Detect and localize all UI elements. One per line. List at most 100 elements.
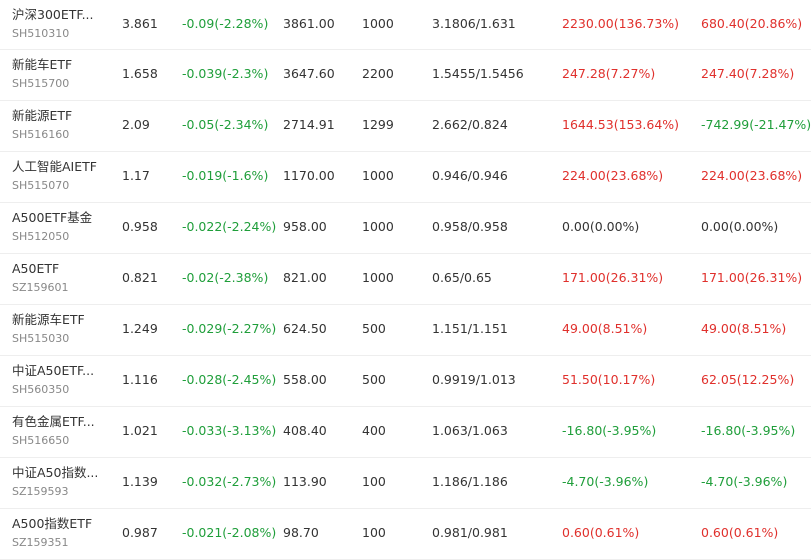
security-code: SZ159351: [12, 535, 69, 549]
market-value: 821.00: [283, 270, 327, 285]
price-change: -0.039(-2.3%): [182, 66, 269, 81]
security-cell[interactable]: A500指数ETF SZ159351: [12, 517, 92, 549]
security-code: SH516650: [12, 433, 70, 447]
position-pnl: 247.40(7.28%): [701, 66, 795, 81]
cost-price: 3.1806/1.631: [432, 16, 516, 31]
position-qty: 1000: [362, 168, 394, 183]
total-pnl: 49.00(8.51%): [562, 321, 648, 336]
position-qty: 500: [362, 372, 386, 387]
table-row[interactable]: 沪深300ETF... SH510310 3.861 -0.09(-2.28%)…: [0, 0, 811, 50]
total-pnl: -4.70(-3.96%): [562, 474, 649, 489]
table-row[interactable]: 新能源ETF SH516160 2.09 -0.05(-2.34%) 2714.…: [0, 101, 811, 152]
security-name[interactable]: 新能源车ETF: [12, 313, 85, 327]
security-name[interactable]: 人工智能AIETF: [12, 160, 97, 174]
price-change: -0.02(-2.38%): [182, 270, 269, 285]
position-qty: 100: [362, 525, 386, 540]
security-name[interactable]: A50ETF: [12, 262, 69, 276]
position-pnl: 224.00(23.68%): [701, 168, 803, 183]
security-name[interactable]: 中证A50ETF...: [12, 364, 94, 378]
security-cell[interactable]: A500ETF基金 SH512050: [12, 211, 92, 243]
market-value: 2714.91: [283, 117, 335, 132]
price-change: -0.029(-2.27%): [182, 321, 277, 336]
cost-price: 0.981/0.981: [432, 525, 508, 540]
market-value: 3861.00: [283, 16, 335, 31]
security-code: SH515700: [12, 76, 70, 90]
market-value: 624.50: [283, 321, 327, 336]
cost-price: 0.946/0.946: [432, 168, 508, 183]
total-pnl: 0.60(0.61%): [562, 525, 640, 540]
table-row[interactable]: 人工智能AIETF SH515070 1.17 -0.019(-1.6%) 11…: [0, 152, 811, 203]
table-row[interactable]: 中证A50ETF... SH560350 1.116 -0.028(-2.45%…: [0, 356, 811, 407]
price-change: -0.05(-2.34%): [182, 117, 269, 132]
position-qty: 1000: [362, 219, 394, 234]
cost-price: 1.063/1.063: [432, 423, 508, 438]
market-value: 3647.60: [283, 66, 335, 81]
security-cell[interactable]: 新能源车ETF SH515030: [12, 313, 85, 345]
table-row[interactable]: 中证A50指数... SZ159593 1.139 -0.032(-2.73%)…: [0, 458, 811, 509]
security-name[interactable]: 中证A50指数...: [12, 466, 98, 480]
current-price: 1.658: [122, 66, 158, 81]
security-cell[interactable]: 新能车ETF SH515700: [12, 58, 72, 90]
market-value: 1170.00: [283, 168, 335, 183]
current-price: 3.861: [122, 16, 158, 31]
security-code: SH512050: [12, 229, 70, 243]
table-row[interactable]: 有色金属ETF... SH516650 1.021 -0.033(-3.13%)…: [0, 407, 811, 458]
current-price: 1.021: [122, 423, 158, 438]
current-price: 2.09: [122, 117, 150, 132]
security-code: SH510310: [12, 26, 70, 40]
current-price: 1.139: [122, 474, 158, 489]
cost-price: 0.65/0.65: [432, 270, 492, 285]
total-pnl: 247.28(7.27%): [562, 66, 656, 81]
position-pnl: 171.00(26.31%): [701, 270, 803, 285]
total-pnl: 51.50(10.17%): [562, 372, 656, 387]
security-cell[interactable]: 沪深300ETF... SH510310: [12, 8, 94, 40]
current-price: 0.958: [122, 219, 158, 234]
price-change: -0.028(-2.45%): [182, 372, 277, 387]
table-row[interactable]: A50ETF SZ159601 0.821 -0.02(-2.38%) 821.…: [0, 254, 811, 305]
position-qty: 100: [362, 474, 386, 489]
position-qty: 1299: [362, 117, 394, 132]
current-price: 0.987: [122, 525, 158, 540]
position-pnl: 680.40(20.86%): [701, 16, 803, 31]
security-code: SZ159593: [12, 484, 69, 498]
total-pnl: 1644.53(153.64%): [562, 117, 680, 132]
security-name[interactable]: 沪深300ETF...: [12, 8, 94, 22]
security-code: SH515070: [12, 178, 70, 192]
current-price: 1.249: [122, 321, 158, 336]
security-cell[interactable]: 中证A50指数... SZ159593: [12, 466, 98, 498]
position-pnl: 49.00(8.51%): [701, 321, 787, 336]
price-change: -0.022(-2.24%): [182, 219, 277, 234]
price-change: -0.021(-2.08%): [182, 525, 277, 540]
position-qty: 500: [362, 321, 386, 336]
current-price: 1.17: [122, 168, 150, 183]
current-price: 0.821: [122, 270, 158, 285]
cost-price: 1.151/1.151: [432, 321, 508, 336]
security-name[interactable]: 新能车ETF: [12, 58, 72, 72]
security-cell[interactable]: A50ETF SZ159601: [12, 262, 69, 292]
security-cell[interactable]: 新能源ETF SH516160: [12, 109, 72, 141]
security-cell[interactable]: 人工智能AIETF SH515070: [12, 160, 97, 192]
position-pnl: 0.60(0.61%): [701, 525, 779, 540]
security-name[interactable]: 有色金属ETF...: [12, 415, 95, 429]
table-row[interactable]: A500指数ETF SZ159351 0.987 -0.021(-2.08%) …: [0, 509, 811, 560]
security-name[interactable]: A500ETF基金: [12, 211, 92, 225]
position-pnl: 62.05(12.25%): [701, 372, 795, 387]
table-row[interactable]: A500ETF基金 SH512050 0.958 -0.022(-2.24%) …: [0, 203, 811, 254]
position-qty: 1000: [362, 16, 394, 31]
table-row[interactable]: 新能源车ETF SH515030 1.249 -0.029(-2.27%) 62…: [0, 305, 811, 356]
position-pnl: -16.80(-3.95%): [701, 423, 796, 438]
security-cell[interactable]: 中证A50ETF... SH560350: [12, 364, 94, 394]
price-change: -0.032(-2.73%): [182, 474, 277, 489]
security-code: SH515030: [12, 331, 70, 345]
security-name[interactable]: A500指数ETF: [12, 517, 92, 531]
security-cell[interactable]: 有色金属ETF... SH516650: [12, 415, 95, 447]
security-code: SH516160: [12, 127, 70, 141]
security-name[interactable]: 新能源ETF: [12, 109, 72, 123]
cost-price: 1.5455/1.5456: [432, 66, 524, 81]
position-qty: 2200: [362, 66, 394, 81]
market-value: 958.00: [283, 219, 327, 234]
position-pnl: -4.70(-3.96%): [701, 474, 788, 489]
table-row[interactable]: 新能车ETF SH515700 1.658 -0.039(-2.3%) 3647…: [0, 50, 811, 101]
position-pnl: -742.99(-21.47%): [701, 117, 811, 132]
market-value: 558.00: [283, 372, 327, 387]
